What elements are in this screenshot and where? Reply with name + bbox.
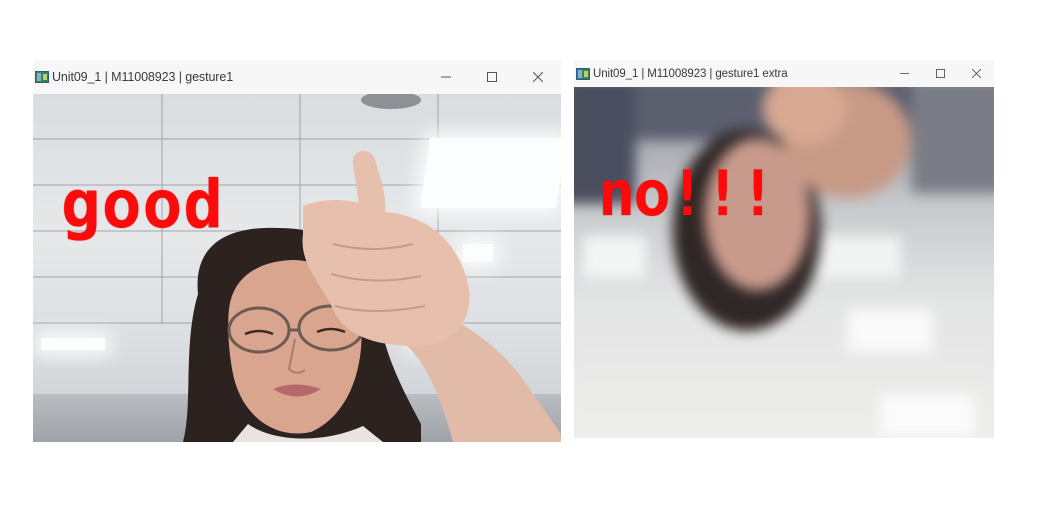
window-titlebar[interactable]: Unit09_1 | M11008923 | gesture1 [33, 60, 561, 94]
minimize-button[interactable] [423, 60, 469, 94]
camera-frame: no!!! [574, 87, 994, 438]
window-title: Unit09_1 | M11008923 | gesture1 extra [593, 67, 788, 80]
close-icon [971, 69, 981, 78]
maximize-icon [487, 72, 497, 82]
maximize-button[interactable] [469, 60, 515, 94]
camera-image [33, 94, 561, 442]
gesture-label: no!!! [598, 157, 777, 230]
window-titlebar[interactable]: Unit09_1 | M11008923 | gesture1 extra [574, 60, 994, 87]
window-controls [886, 60, 994, 87]
close-button[interactable] [958, 60, 994, 87]
app-icon [576, 67, 590, 80]
close-icon [533, 72, 543, 82]
gesture-label: good [61, 166, 224, 243]
camera-frame: good [33, 94, 561, 442]
close-button[interactable] [515, 60, 561, 94]
app-icon [35, 71, 49, 83]
minimize-icon [441, 76, 451, 78]
minimize-button[interactable] [886, 60, 922, 87]
gesture1-extra-window: Unit09_1 | M11008923 | gesture1 extra no… [574, 60, 994, 438]
window-title: Unit09_1 | M11008923 | gesture1 [52, 70, 234, 84]
person-thumbs-up [183, 94, 561, 442]
window-controls [423, 60, 561, 94]
maximize-icon [935, 69, 945, 78]
gesture1-window: Unit09_1 | M11008923 | gesture1 good [33, 60, 561, 442]
minimize-icon [899, 73, 909, 74]
camera-image-blurred [574, 87, 994, 438]
maximize-button[interactable] [922, 60, 958, 87]
